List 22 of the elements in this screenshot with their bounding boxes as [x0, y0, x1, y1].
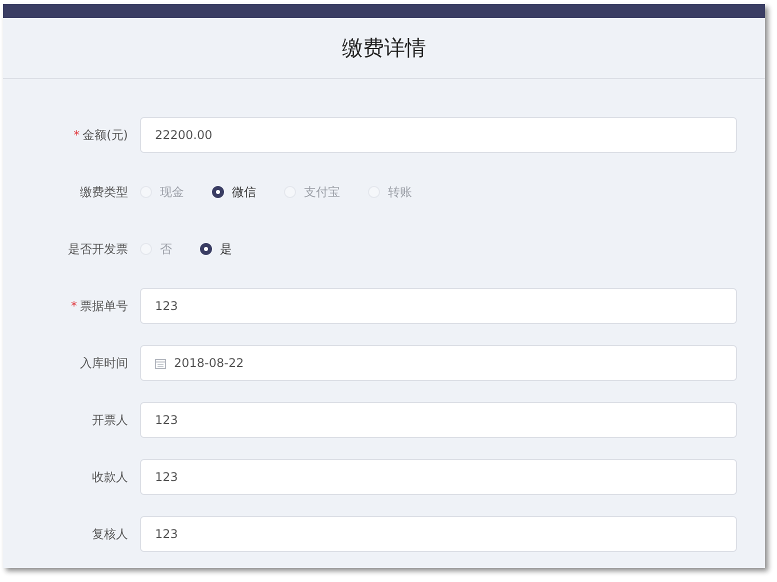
input-field[interactable]: 123	[140, 402, 737, 438]
page-title: 缴费详情	[342, 35, 426, 62]
required-mark: *	[71, 299, 77, 313]
required-mark: *	[74, 128, 80, 142]
field-label: 金额(元)	[82, 126, 128, 144]
radio-button[interactable]	[212, 186, 224, 198]
field-label: 票据单号	[80, 298, 128, 314]
field-label: 开票人	[92, 412, 128, 428]
date-field[interactable]: 2018-08-22	[140, 345, 737, 381]
field-label: 收款人	[92, 468, 128, 486]
field-label: 缴费类型	[80, 184, 128, 200]
calendar-icon	[155, 358, 166, 368]
input-field[interactable]: 123	[140, 459, 737, 495]
radio-option[interactable]: 微信	[212, 184, 256, 200]
field-label: 入库时间	[80, 354, 128, 372]
input-field[interactable]: 123	[140, 516, 737, 552]
field-label: 是否开发票	[68, 240, 128, 258]
radio-button[interactable]	[200, 243, 212, 255]
input-field[interactable]: 123	[140, 288, 737, 324]
radio-option[interactable]: 是	[200, 240, 232, 258]
input-field[interactable]: 22200.00	[140, 117, 737, 153]
field-label: 复核人	[92, 526, 128, 542]
